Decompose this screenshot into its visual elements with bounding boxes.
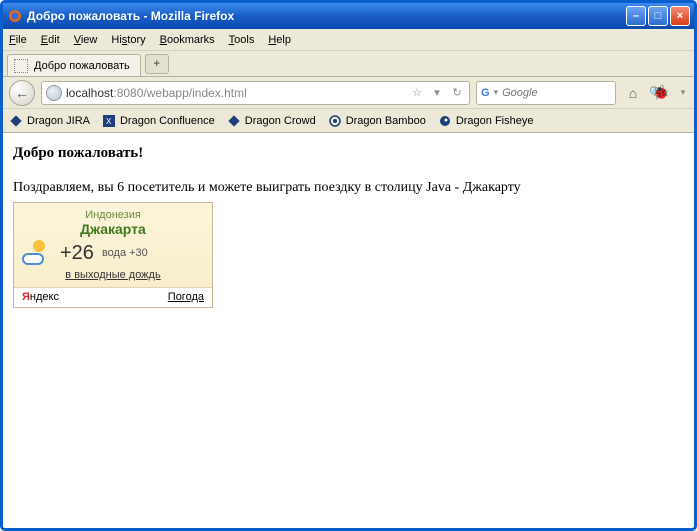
bookmark-star-icon[interactable]: ☆ (409, 85, 425, 101)
weather-water: вода +30 (102, 247, 148, 259)
firebug-button[interactable]: 🐞 (650, 82, 672, 104)
weather-footer: Яндекс Погода (14, 287, 212, 307)
google-icon: G (481, 86, 490, 100)
confluence-icon: X (102, 114, 116, 128)
url-dropdown-icon[interactable]: ▾ (429, 85, 445, 101)
minimize-button[interactable]: – (626, 6, 646, 26)
bamboo-icon (328, 114, 342, 128)
close-button[interactable]: × (670, 6, 690, 26)
weather-widget: Индонезия Джакарта +26 вода +30 в выходн… (13, 202, 213, 308)
titlebar: Добро пожаловать - Mozilla Firefox – □ × (3, 3, 694, 29)
search-dropdown-icon[interactable]: ▾ (494, 87, 499, 98)
bookmark-jira[interactable]: Dragon JIRA (9, 114, 90, 128)
window-title: Добро пожаловать - Mozilla Firefox (27, 9, 626, 23)
globe-icon (46, 85, 62, 101)
fisheye-icon (438, 114, 452, 128)
yandex-logo[interactable]: Яндекс (22, 291, 59, 303)
menu-bookmarks[interactable]: Bookmarks (160, 34, 215, 46)
menu-help[interactable]: Help (268, 34, 291, 46)
tabstrip: Добро пожаловать + (3, 51, 694, 77)
jira-icon (9, 114, 23, 128)
new-tab-button[interactable]: + (145, 54, 169, 74)
weather-note[interactable]: в выходные дождь (22, 269, 204, 281)
weather-city: Джакарта (22, 221, 204, 237)
weather-row: +26 вода +30 (22, 241, 204, 265)
bookmark-crowd[interactable]: Dragon Crowd (227, 114, 316, 128)
menu-view[interactable]: View (74, 34, 98, 46)
bookmark-bamboo[interactable]: Dragon Bamboo (328, 114, 426, 128)
menu-edit[interactable]: Edit (41, 34, 60, 46)
urlbar[interactable]: localhost:8080/webapp/index.html ☆ ▾ ↻ (41, 81, 470, 105)
weather-country: Индонезия (22, 209, 204, 221)
navbar: ← localhost:8080/webapp/index.html ☆ ▾ ↻… (3, 77, 694, 109)
menu-history[interactable]: History (111, 34, 145, 46)
back-button[interactable]: ← (9, 80, 35, 106)
menu-file[interactable]: File (9, 34, 27, 46)
weather-icon (22, 241, 52, 265)
url-text: localhost:8080/webapp/index.html (66, 86, 405, 100)
maximize-button[interactable]: □ (648, 6, 668, 26)
weather-service-link[interactable]: Погода (168, 291, 204, 303)
svg-text:X: X (106, 117, 112, 126)
congrats-text: Поздравляем, вы 6 посетитель и можете вы… (13, 180, 684, 196)
searchbox[interactable]: G ▾ 🔍 (476, 81, 616, 105)
page-icon (14, 59, 28, 73)
menu-tools[interactable]: Tools (229, 34, 255, 46)
tab-title: Добро пожаловать (34, 60, 130, 72)
page-content: Добро пожаловать! Поздравляем, вы 6 посе… (3, 133, 694, 320)
toolbar-dropdown-icon[interactable]: ▾ (678, 82, 688, 104)
bookmark-confluence[interactable]: X Dragon Confluence (102, 114, 215, 128)
crowd-icon (227, 114, 241, 128)
home-button[interactable]: ⌂ (622, 82, 644, 104)
bookmark-fisheye[interactable]: Dragon Fisheye (438, 114, 534, 128)
page-heading: Добро пожаловать! (13, 145, 684, 162)
window-buttons: – □ × (626, 6, 690, 26)
tab-active[interactable]: Добро пожаловать (7, 54, 141, 76)
firefox-icon (7, 8, 23, 24)
reload-icon[interactable]: ↻ (449, 85, 465, 101)
bookmarksbar: Dragon JIRA X Dragon Confluence Dragon C… (3, 109, 694, 133)
menubar: File Edit View History Bookmarks Tools H… (3, 29, 694, 51)
weather-temp: +26 (60, 242, 94, 265)
